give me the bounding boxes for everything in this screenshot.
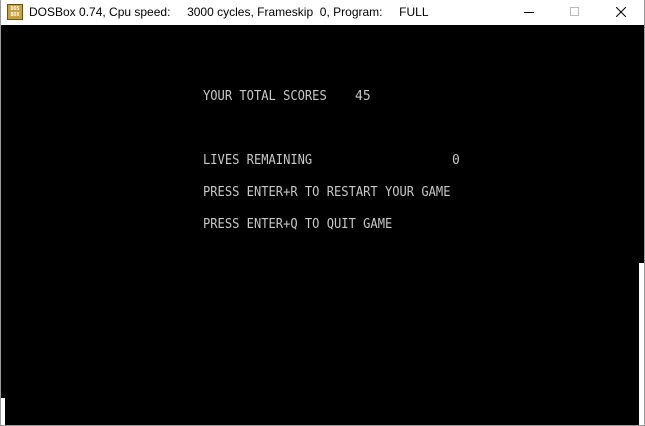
close-button[interactable] [598, 0, 644, 25]
dos-screen[interactable]: YOUR TOTAL SCORES 45 LIVES REMAINING 0 P… [1, 25, 644, 425]
dosbox-window: DOS BOX DOSBox 0.74, Cpu speed: 3000 cyc… [0, 0, 645, 426]
window-edge-strip [639, 263, 644, 425]
window-edge-mark [1, 398, 5, 425]
quit-instruction: PRESS ENTER+Q TO QUIT GAME [203, 217, 393, 232]
title-bar[interactable]: DOS BOX DOSBox 0.74, Cpu speed: 3000 cyc… [1, 0, 644, 25]
close-icon [616, 7, 626, 17]
window-title: DOSBox 0.74, Cpu speed: 3000 cycles, Fra… [29, 5, 429, 19]
minimize-button[interactable] [506, 0, 552, 25]
dosbox-icon[interactable]: DOS BOX [7, 4, 23, 20]
restart-instruction: PRESS ENTER+R TO RESTART YOUR GAME [203, 185, 451, 200]
score-value: 45 [355, 89, 371, 104]
lives-value: 0 [452, 153, 460, 168]
score-label: YOUR TOTAL SCORES [203, 89, 327, 104]
lives-label: LIVES REMAINING [203, 153, 313, 168]
maximize-button[interactable] [552, 0, 598, 25]
